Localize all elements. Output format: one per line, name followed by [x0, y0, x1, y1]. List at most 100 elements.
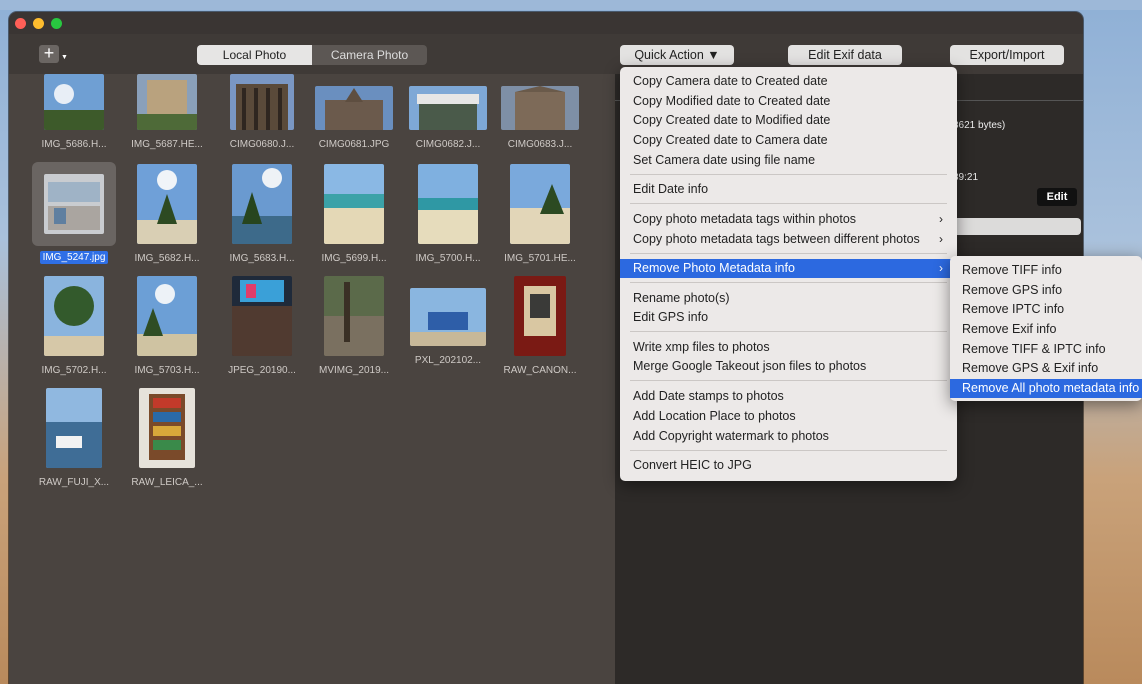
menu-item-add-date-stamps[interactable]: Add Date stamps to photos [620, 387, 957, 406]
photo-thumbnail[interactable]: IMG_5701.HE... [495, 162, 585, 264]
photo-thumbnail[interactable]: RAW_FUJI_X... [29, 388, 119, 488]
photo-image [230, 74, 294, 130]
maximize-window-button[interactable] [51, 18, 62, 29]
menu-item-copy-tags-within[interactable]: Copy photo metadata tags within photos › [620, 210, 957, 229]
menu-separator [630, 253, 947, 254]
menu-item-edit-gps-info[interactable]: Edit GPS info [620, 308, 957, 327]
menu-item-remove-metadata[interactable]: Remove Photo Metadata info › [620, 259, 957, 278]
photo-filename: IMG_5247.jpg [29, 251, 119, 264]
menu-item-write-xmp[interactable]: Write xmp files to photos [620, 338, 957, 357]
photo-image [232, 276, 292, 356]
photo-image [139, 388, 195, 468]
photo-filename: RAW_CANON... [503, 365, 577, 376]
submenu-item-remove-all[interactable]: Remove All photo metadata info [950, 379, 1142, 398]
photo-image [410, 288, 486, 346]
photo-image [324, 164, 384, 244]
menu-separator [630, 203, 947, 204]
submenu-arrow-icon: › [939, 232, 943, 246]
photo-thumbnail[interactable]: CIMG0682.J... [403, 74, 493, 150]
photo-thumbnail[interactable]: IMG_5702.H... [29, 276, 119, 376]
menu-item-copy-created-to-camera[interactable]: Copy Created date to Camera date [620, 131, 957, 150]
photo-thumbnail[interactable]: PXL_202102... [403, 276, 493, 366]
menu-item-merge-google-takeout[interactable]: Merge Google Takeout json files to photo… [620, 357, 957, 376]
file-size-text: 3621 bytes) [953, 120, 1006, 131]
photo-filename: RAW_LEICA_... [131, 477, 203, 488]
photo-filename: PXL_202102... [414, 355, 482, 366]
photo-image [501, 86, 579, 130]
menu-item-copy-modified-to-created[interactable]: Copy Modified date to Created date [620, 92, 957, 111]
photo-thumbnail[interactable]: IMG_5683.H... [217, 162, 307, 264]
photo-thumbnail[interactable]: RAW_LEICA_... [122, 388, 212, 488]
photo-filename: IMG_5701.HE... [504, 253, 576, 264]
edit-exif-button[interactable]: Edit Exif data [788, 45, 902, 65]
photo-thumbnail[interactable]: CIMG0681.JPG [309, 74, 399, 150]
title-bar [9, 12, 1083, 34]
photo-thumbnail-selected[interactable]: IMG_5247.jpg [29, 162, 119, 264]
menu-item-add-location-place[interactable]: Add Location Place to photos [620, 407, 957, 426]
add-menu-caret-icon[interactable]: ▼ [61, 54, 68, 61]
photo-thumbnail[interactable]: IMG_5687.HE... [122, 74, 212, 150]
close-window-button[interactable] [15, 18, 26, 29]
photo-filename: CIMG0680.J... [229, 139, 295, 150]
export-import-button[interactable]: Export/Import [950, 45, 1064, 65]
submenu-item-remove-iptc[interactable]: Remove IPTC info [950, 300, 1142, 319]
submenu-item-remove-tiff[interactable]: Remove TIFF info [950, 261, 1142, 280]
photo-thumbnail[interactable]: RAW_CANON... [495, 276, 585, 376]
photo-image [324, 276, 384, 356]
quick-action-button[interactable]: Quick Action ▼ [620, 45, 734, 65]
menu-item-convert-heic[interactable]: Convert HEIC to JPG [620, 456, 957, 475]
photo-thumbnail[interactable]: CIMG0683.J... [495, 74, 585, 150]
photo-filename: CIMG0682.J... [415, 139, 481, 150]
menu-item-edit-date-info[interactable]: Edit Date info [620, 180, 957, 199]
submenu-item-remove-exif[interactable]: Remove Exif info [950, 320, 1142, 339]
menu-separator [630, 174, 947, 175]
photo-thumbnail[interactable]: JPEG_20190... [217, 276, 307, 376]
photo-image [315, 86, 393, 130]
menu-item-copy-created-to-modified[interactable]: Copy Created date to Modified date [620, 111, 957, 130]
photo-thumbnail[interactable]: IMG_5682.H... [122, 162, 212, 264]
photo-thumbnail[interactable]: MVIMG_2019... [309, 276, 399, 376]
photo-filename: IMG_5703.H... [134, 365, 200, 376]
desktop-background [0, 0, 1142, 10]
photo-filename: IMG_5702.H... [41, 365, 107, 376]
photo-filename: JPEG_20190... [228, 365, 296, 376]
photo-thumbnail[interactable]: IMG_5686.H... [29, 74, 119, 150]
add-photo-button[interactable]: + [39, 44, 59, 63]
photo-thumbnail[interactable]: IMG_5700.H... [403, 162, 493, 264]
submenu-item-remove-gps[interactable]: Remove GPS info [950, 281, 1142, 300]
menu-item-set-camera-date-filename[interactable]: Set Camera date using file name [620, 151, 957, 170]
minimize-window-button[interactable] [33, 18, 44, 29]
selected-filename: IMG_5247.jpg [39, 251, 109, 264]
photo-image [137, 276, 197, 356]
selection-highlight [32, 162, 116, 246]
photo-image [44, 74, 104, 130]
photo-thumbnail[interactable]: IMG_5703.H... [122, 276, 212, 376]
photo-filename: IMG_5686.H... [41, 139, 107, 150]
menu-item-label: Copy photo metadata tags between differe… [633, 232, 920, 246]
menu-item-copy-camera-to-created[interactable]: Copy Camera date to Created date [620, 72, 957, 91]
photo-image [44, 276, 104, 356]
details-input-field[interactable] [945, 218, 1081, 235]
photo-image [514, 276, 566, 356]
submenu-item-remove-tiff-iptc[interactable]: Remove TIFF & IPTC info [950, 340, 1142, 359]
menu-item-rename-photos[interactable]: Rename photo(s) [620, 289, 957, 308]
photo-image [46, 388, 102, 468]
tab-camera-photo[interactable]: Camera Photo [312, 45, 427, 65]
details-edit-button[interactable]: Edit [1037, 188, 1077, 206]
photo-thumbnail[interactable]: IMG_5699.H... [309, 162, 399, 264]
menu-item-add-copyright-watermark[interactable]: Add Copyright watermark to photos [620, 427, 957, 446]
photo-filename: RAW_FUJI_X... [38, 477, 110, 488]
quick-action-menu: Copy Camera date to Created date Copy Mo… [620, 67, 957, 481]
tab-local-photo[interactable]: Local Photo [197, 45, 312, 65]
photo-image [409, 86, 487, 130]
photo-image [137, 164, 197, 244]
photo-filename: MVIMG_2019... [318, 365, 390, 376]
photo-filename: CIMG0683.J... [507, 139, 573, 150]
photo-thumbnail[interactable]: CIMG0680.J... [217, 74, 307, 150]
menu-separator [630, 380, 947, 381]
menu-item-copy-tags-between[interactable]: Copy photo metadata tags between differe… [620, 230, 957, 249]
submenu-item-remove-gps-exif[interactable]: Remove GPS & Exif info [950, 359, 1142, 378]
photo-filename: IMG_5699.H... [321, 253, 387, 264]
photo-filename: IMG_5700.H... [415, 253, 481, 264]
photo-filename: IMG_5683.H... [229, 253, 295, 264]
